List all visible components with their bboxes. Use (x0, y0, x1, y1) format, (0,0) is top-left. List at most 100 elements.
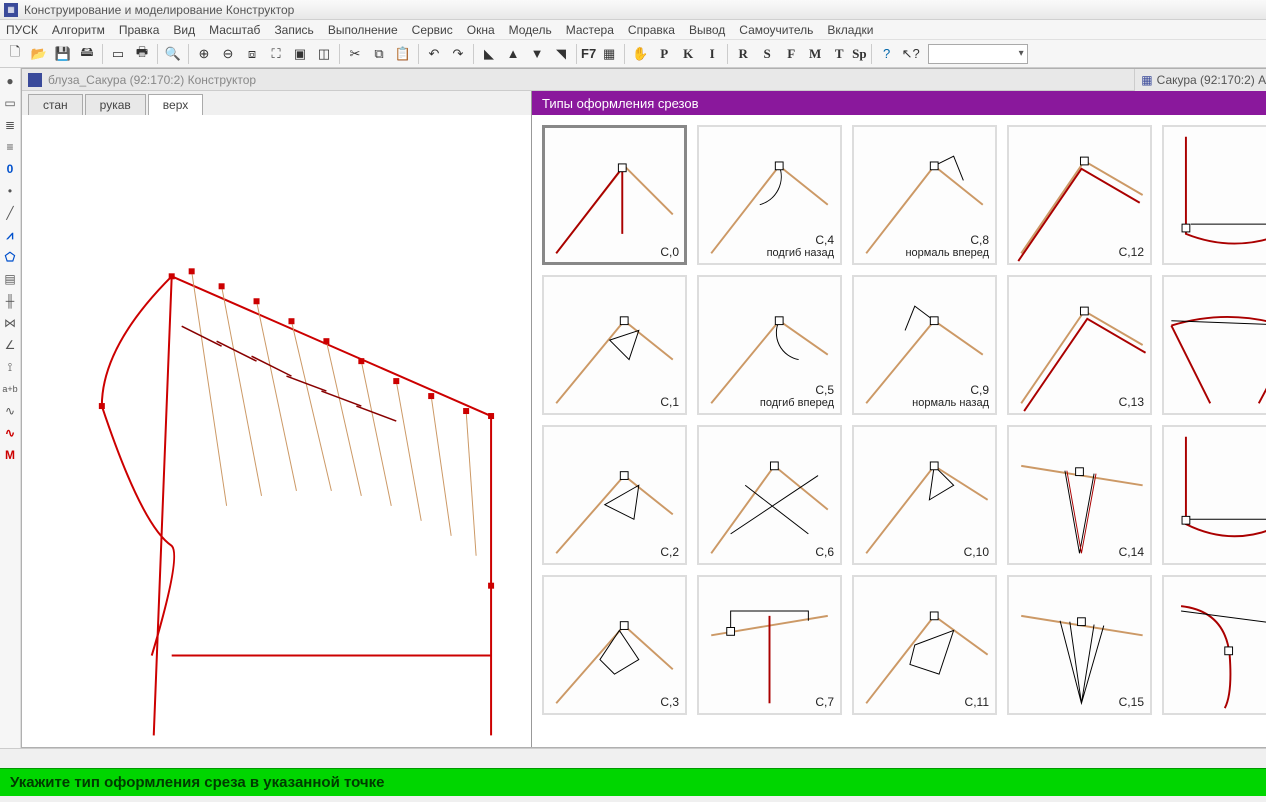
menu-tutorial[interactable]: Самоучитель (739, 23, 813, 37)
tool-ab-icon[interactable]: a+b (0, 380, 20, 398)
seam-type-thumb[interactable]: С,10 (852, 425, 997, 565)
seam-type-thumb[interactable]: С,1 (542, 275, 687, 415)
zoom-sel-icon[interactable]: ◫ (313, 43, 335, 65)
hand-icon[interactable]: ✋ (629, 43, 651, 65)
cut-icon[interactable]: ✂ (344, 43, 366, 65)
menu-masters[interactable]: Мастера (566, 23, 614, 37)
seam-type-thumb[interactable]: С,13 (1007, 275, 1152, 415)
letter-i[interactable]: I (701, 43, 723, 65)
letter-p[interactable]: P (653, 43, 675, 65)
thumb-grid-wrap[interactable]: С,0С,4подгиб назадС,8нормаль впередС,12п… (532, 115, 1266, 747)
seam-type-thumb[interactable]: С,15 (1007, 575, 1152, 715)
tool-line-icon[interactable]: ╱ (0, 204, 20, 222)
print-icon[interactable]: 🖶 (131, 43, 153, 65)
tool-wave-icon[interactable]: ∿ (0, 402, 20, 420)
letter-s[interactable]: S (756, 43, 778, 65)
help-icon[interactable]: ? (876, 43, 898, 65)
tool-layers-icon[interactable]: ▤ (0, 270, 20, 288)
new-icon[interactable]: 🗋 (4, 43, 26, 65)
separator (473, 44, 474, 64)
tool-mirror-icon[interactable]: ⋈ (0, 314, 20, 332)
toolbar-combobox[interactable] (928, 44, 1028, 64)
menu-algorithm[interactable]: Алгоритм (52, 23, 105, 37)
menu-scale[interactable]: Масштаб (209, 23, 260, 37)
seam-type-thumb[interactable]: С,23 (1162, 575, 1266, 715)
menu-pusk[interactable]: ПУСК (6, 23, 38, 37)
find-icon[interactable]: 🔍 (162, 43, 184, 65)
tool-dot-icon[interactable]: • (0, 182, 20, 200)
seam-type-thumb[interactable]: С,12 (1007, 125, 1152, 265)
tool-compass-icon[interactable]: ⟟ (0, 358, 20, 376)
side-toolbar: ● ▭ ≣ ≡ 0 • ╱ ⩘ ⬠ ▤ ╫ ⋈ ∠ ⟟ a+b ∿ ∿ M (0, 68, 21, 748)
tool-curve-icon[interactable]: ∿ (0, 424, 20, 442)
folder-icon[interactable]: ▭ (107, 43, 129, 65)
hourglass-up-icon[interactable]: ◣ (478, 43, 500, 65)
triangle-down-icon[interactable]: ▼ (526, 43, 548, 65)
undo-icon[interactable]: ↶ (423, 43, 445, 65)
tool-list-icon[interactable]: ≣ (0, 116, 20, 134)
tab-rukav[interactable]: рукав (85, 94, 146, 115)
tool-angle-icon[interactable]: ∠ (0, 336, 20, 354)
pattern-canvas[interactable] (22, 115, 531, 747)
seam-type-thumb[interactable]: С,21 (1162, 275, 1266, 415)
seam-type-thumb[interactable]: С,11 (852, 575, 997, 715)
zoom-fit-icon[interactable]: ⛶ (265, 43, 287, 65)
letter-t[interactable]: T (828, 43, 850, 65)
menu-model[interactable]: Модель (509, 23, 552, 37)
tool-shape-icon[interactable]: ⬠ (0, 248, 20, 266)
seam-type-thumb[interactable]: С,6 (697, 425, 842, 565)
menu-windows[interactable]: Окна (467, 23, 495, 37)
redo-icon[interactable]: ↷ (447, 43, 469, 65)
seam-type-thumb[interactable]: С,8нормаль вперед (852, 125, 997, 265)
menu-edit[interactable]: Правка (119, 23, 160, 37)
app-title: Конструирование и моделирование Конструк… (24, 3, 294, 17)
letter-f[interactable]: F (780, 43, 802, 65)
seam-type-thumb[interactable]: п,0 (1162, 125, 1266, 265)
zoom-in-icon[interactable]: ⊕ (193, 43, 215, 65)
seam-type-thumb[interactable]: С, 22 (1162, 425, 1266, 565)
menu-service[interactable]: Сервис (412, 23, 453, 37)
menu-output[interactable]: Вывод (689, 23, 725, 37)
zoom-out-icon[interactable]: ⊖ (217, 43, 239, 65)
seam-type-thumb[interactable]: С,4подгиб назад (697, 125, 842, 265)
right-algorithm-tab[interactable]: ▦ Сакура (92:170:2) Алгоритм (1134, 69, 1266, 91)
tool-circle-icon[interactable]: ● (0, 72, 20, 90)
tool-zero-icon[interactable]: 0 (0, 160, 20, 178)
seam-type-thumb[interactable]: С,5подгиб вперед (697, 275, 842, 415)
letter-r[interactable]: R (732, 43, 754, 65)
tool-m-icon[interactable]: M (0, 446, 20, 464)
document-icon (28, 73, 42, 87)
seam-type-thumb[interactable]: С,14 (1007, 425, 1152, 565)
seam-type-thumb[interactable]: С,2 (542, 425, 687, 565)
letter-sp[interactable]: Sp (852, 43, 866, 65)
seam-type-thumb[interactable]: С,9нормаль назад (852, 275, 997, 415)
tool-lines-icon[interactable]: ≡ (0, 138, 20, 156)
triangle-up-icon[interactable]: ▲ (502, 43, 524, 65)
tab-verh[interactable]: верх (148, 94, 203, 115)
menu-help[interactable]: Справка (628, 23, 675, 37)
seam-type-thumb[interactable]: С,7 (697, 575, 842, 715)
letter-m[interactable]: M (804, 43, 826, 65)
tool-ruler-icon[interactable]: ╫ (0, 292, 20, 310)
save-all-icon[interactable]: 🖴 (76, 43, 98, 65)
seam-type-thumb[interactable]: С,3 (542, 575, 687, 715)
context-help-icon[interactable]: ↖? (900, 43, 922, 65)
tab-stan[interactable]: стан (28, 94, 83, 115)
menu-execute[interactable]: Выполнение (328, 23, 398, 37)
hourglass-down-icon[interactable]: ◥ (550, 43, 572, 65)
open-icon[interactable]: 📂 (28, 43, 50, 65)
paste-icon[interactable]: 📋 (392, 43, 414, 65)
zoom-page-icon[interactable]: ▣ (289, 43, 311, 65)
seam-type-thumb[interactable]: С,0 (542, 125, 687, 265)
menu-tabs[interactable]: Вкладки (827, 23, 873, 37)
letter-k[interactable]: K (677, 43, 699, 65)
f7-button[interactable]: F7 (581, 43, 596, 65)
menu-view[interactable]: Вид (173, 23, 195, 37)
zoom-region-icon[interactable]: ⧈ (241, 43, 263, 65)
tool-polyline-icon[interactable]: ⩘ (0, 226, 20, 244)
menu-record[interactable]: Запись (274, 23, 313, 37)
save-icon[interactable]: 💾 (52, 43, 74, 65)
layers-icon[interactable]: ▦ (598, 43, 620, 65)
tool-rect-icon[interactable]: ▭ (0, 94, 20, 112)
copy-icon[interactable]: ⧉ (368, 43, 390, 65)
